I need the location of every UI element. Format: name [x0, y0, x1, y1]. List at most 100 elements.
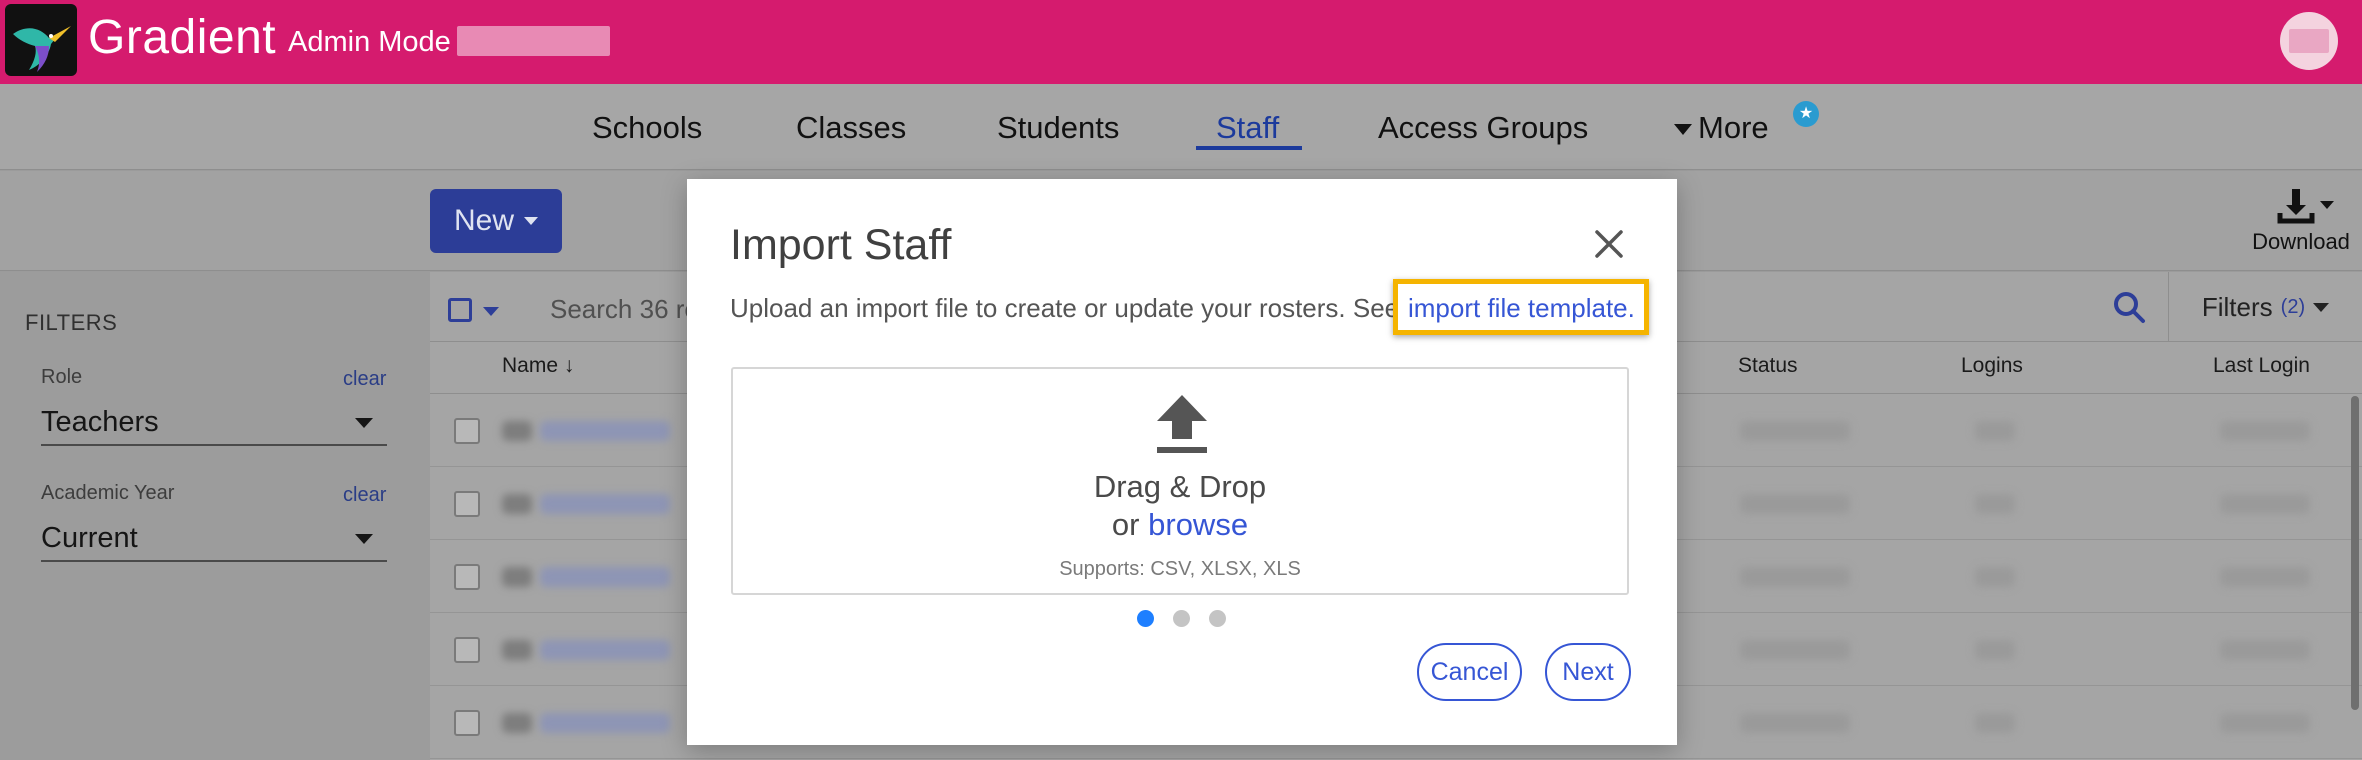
filters-count-badge: (2): [2280, 295, 2306, 318]
column-header-name-label: Name: [502, 354, 559, 377]
import-staff-modal: Import Staff Upload an import file to cr…: [687, 179, 1677, 745]
template-link-highlight: import file template.: [1393, 279, 1649, 335]
hummingbird-icon: [13, 26, 71, 72]
new-button-label: New: [453, 204, 514, 237]
supported-formats: Supports: CSV, XLSX, XLS: [1059, 558, 1301, 580]
row-checkbox[interactable]: [454, 637, 480, 663]
row-logins-blurred: [1975, 421, 2015, 441]
caret-down-icon: [355, 534, 373, 544]
row-name-blurred: [540, 494, 670, 514]
row-checkbox[interactable]: [454, 418, 480, 444]
avatar-image: [2289, 29, 2329, 53]
row-last-login-blurred: [2220, 494, 2310, 514]
filters-title: FILTERS: [25, 310, 118, 335]
row-avatar-blurred: [502, 713, 532, 733]
filters-sidebar: FILTERS Role clear Teachers Academic Yea…: [0, 272, 430, 760]
search-icon[interactable]: [2112, 290, 2146, 324]
row-status-blurred: [1740, 567, 1850, 587]
academic-year-clear-link[interactable]: clear: [343, 484, 386, 507]
nav-item-staff[interactable]: Staff: [1216, 110, 1279, 146]
row-name-blurred: [540, 713, 670, 733]
role-clear-link[interactable]: clear: [343, 368, 386, 391]
nav-more-label: More: [1698, 110, 1769, 145]
active-tab-indicator: [1196, 146, 1302, 150]
row-status-blurred: [1740, 494, 1850, 514]
role-select[interactable]: Teachers: [41, 400, 387, 446]
step-dot-1: [1137, 610, 1154, 627]
column-header-logins[interactable]: Logins: [1961, 354, 2023, 378]
main-navigation: Schools Classes Students Staff Access Gr…: [0, 84, 2362, 170]
new-button[interactable]: New: [430, 189, 562, 253]
row-checkbox[interactable]: [454, 710, 480, 736]
row-status-blurred: [1740, 640, 1850, 660]
browse-link[interactable]: browse: [1148, 507, 1248, 542]
academic-year-select-value: Current: [41, 522, 138, 554]
caret-down-icon: [2313, 302, 2330, 312]
vertical-scrollbar[interactable]: [2351, 396, 2359, 710]
download-label: Download: [2252, 229, 2350, 254]
admin-name-redacted: [457, 26, 610, 56]
step-indicator: [1137, 610, 1226, 627]
academic-year-select[interactable]: Current: [41, 516, 387, 562]
gradient-logo[interactable]: [5, 4, 77, 76]
caret-down-icon: [1674, 124, 1692, 136]
drag-drop-title: Drag & Drop: [1093, 469, 1267, 504]
row-status-blurred: [1740, 421, 1850, 441]
file-dropzone[interactable]: Drag & Drop or browse Supports: CSV, XLS…: [731, 367, 1629, 595]
nav-item-classes[interactable]: Classes: [796, 110, 906, 146]
select-all-checkbox[interactable]: [448, 298, 472, 322]
search-input[interactable]: Search 36 re: [550, 294, 699, 325]
role-select-value: Teachers: [41, 406, 159, 438]
row-checkbox[interactable]: [454, 491, 480, 517]
user-avatar[interactable]: [2280, 12, 2338, 70]
row-last-login-blurred: [2220, 640, 2310, 660]
brand-name: Gradient: [88, 11, 277, 64]
row-last-login-blurred: [2220, 421, 2310, 441]
row-last-login-blurred: [2220, 713, 2310, 733]
row-name-blurred: [540, 421, 670, 441]
cancel-button[interactable]: Cancel: [1417, 643, 1522, 701]
star-badge-icon: ★: [1793, 101, 1819, 127]
row-name-blurred: [540, 640, 670, 660]
download-icon: [2277, 189, 2334, 224]
row-logins-blurred: [1975, 640, 2015, 660]
nav-item-schools[interactable]: Schools: [592, 110, 702, 146]
nav-item-students[interactable]: Students: [997, 110, 1119, 146]
row-avatar-blurred: [502, 567, 532, 587]
top-header-bar: Gradient Admin Mode: [0, 0, 2362, 84]
row-logins-blurred: [1975, 494, 2015, 514]
step-dot-2: [1173, 610, 1190, 627]
row-logins-blurred: [1975, 567, 2015, 587]
row-status-blurred: [1740, 713, 1850, 733]
next-button[interactable]: Next: [1545, 643, 1631, 701]
column-header-last-login[interactable]: Last Login: [2213, 354, 2310, 378]
row-last-login-blurred: [2220, 567, 2310, 587]
or-text: or: [1111, 507, 1140, 542]
row-name-blurred: [540, 567, 670, 587]
modal-title: Import Staff: [730, 221, 952, 269]
row-checkbox[interactable]: [454, 564, 480, 590]
row-avatar-blurred: [502, 421, 532, 441]
caret-down-icon: [524, 217, 538, 225]
upload-icon: [1157, 395, 1207, 453]
academic-year-filter-label: Academic Year: [41, 482, 175, 504]
modal-description: Upload an import file to create or updat…: [730, 293, 1443, 323]
nav-item-more[interactable]: More: [1674, 110, 1769, 146]
column-header-name[interactable]: Name ↓: [502, 354, 574, 378]
filters-button-label: Filters: [2201, 291, 2273, 322]
row-avatar-blurred: [502, 494, 532, 514]
column-header-status[interactable]: Status: [1738, 354, 1798, 378]
browse-line: or browse: [733, 507, 1627, 543]
role-filter-label: Role: [41, 366, 83, 388]
download-button[interactable]: Download: [2248, 187, 2354, 261]
admin-mode-label: Admin Mode: [288, 26, 451, 58]
nav-item-access-groups[interactable]: Access Groups: [1378, 110, 1588, 146]
select-options-caret-icon[interactable]: [483, 307, 499, 316]
import-file-template-link[interactable]: import file template.: [1408, 293, 1635, 324]
caret-down-icon: [355, 418, 373, 428]
step-dot-3: [1209, 610, 1226, 627]
filters-button[interactable]: Filters (2): [2168, 272, 2362, 342]
close-icon[interactable]: [1592, 227, 1626, 261]
sort-arrow-down-icon: ↓: [563, 354, 575, 377]
row-logins-blurred: [1975, 713, 2015, 733]
